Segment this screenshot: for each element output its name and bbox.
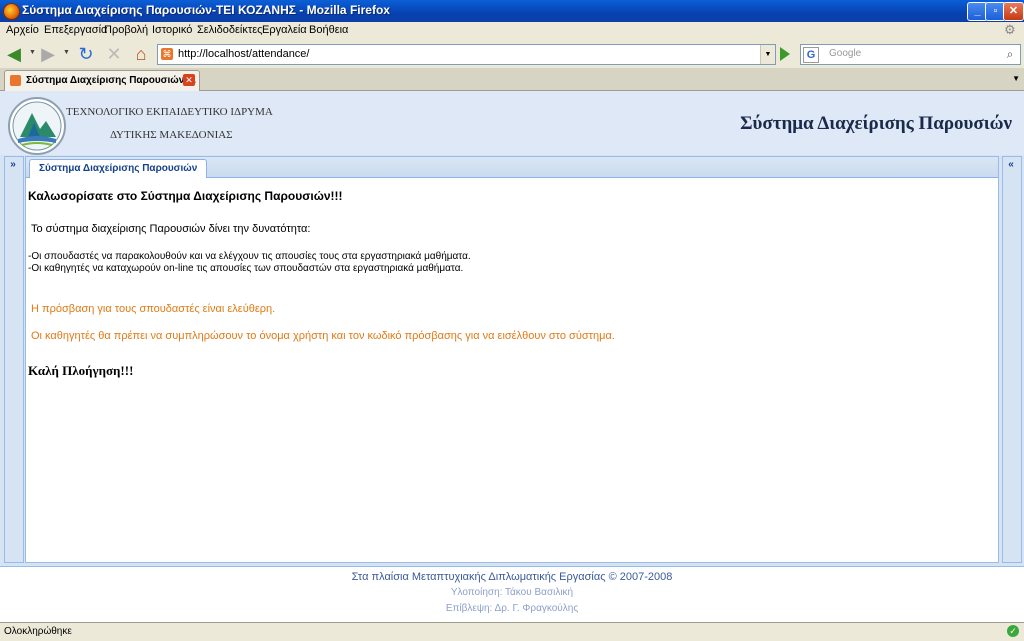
tab-favicon (10, 75, 21, 86)
search-icon[interactable]: ⌕ (1002, 46, 1018, 62)
menu-view[interactable]: Προβολή (104, 24, 148, 36)
forward-icon[interactable]: ▶ (37, 43, 59, 65)
expand-left-icon[interactable]: » (7, 159, 19, 171)
left-sidebar-collapsed: » (4, 156, 24, 563)
gear-icon: ⚙ (1004, 22, 1016, 37)
goodbye-text: Καλή Πλοήγηση!!! (28, 363, 134, 378)
site-footer: Στα πλαίσια Μεταπτυχιακής Διπλωματικής Ε… (0, 566, 1024, 623)
panel-tab-bar: Σύστημα Διαχείρισης Παρουσιών (26, 157, 998, 178)
right-sidebar-collapsed: « (1002, 156, 1022, 563)
navigation-toolbar: ◀ ▼ ▶ ▼ ↻ ✕ ⌂ ⌘ http://localhost/attenda… (0, 40, 1024, 69)
site-header: ΤΕΧΝΟΛΟΓΙΚΟ ΕΚΠΑΙΔΕΥΤΙΚΟ ΙΔΡΥΜΑ ΔΥΤΙΚΗΣ … (0, 91, 1024, 155)
intro-text: Το σύστημα διαχείρισης Παρουσιών δίνει τ… (31, 223, 311, 235)
home-icon[interactable]: ⌂ (130, 43, 152, 65)
status-bar: Ολοκληρώθηκε ✓ (0, 622, 1024, 641)
tab-attendance-system[interactable]: Σύστημα Διαχείρισης Παρουσιών (29, 159, 208, 178)
search-bar[interactable]: G Google ⌕ (800, 44, 1021, 65)
address-bar[interactable]: ⌘ http://localhost/attendance/ ▼ (157, 44, 776, 65)
reload-icon[interactable]: ↻ (75, 43, 97, 65)
menu-tools[interactable]: Εργαλεία (262, 24, 307, 36)
close-button[interactable]: ✕ (1003, 2, 1024, 21)
firefox-icon (3, 3, 20, 20)
browser-tab[interactable]: Σύστημα Διαχείρισης Παρουσιών-... ✕ (4, 70, 200, 91)
menu-help[interactable]: Βοήθεια (309, 24, 348, 36)
status-ok-icon: ✓ (1007, 625, 1019, 637)
menu-file[interactable]: Αρχείο (6, 24, 39, 36)
url-text[interactable]: http://localhost/attendance/ (178, 48, 309, 60)
site-favicon: ⌘ (161, 48, 173, 60)
web-page: ΤΕΧΝΟΛΟΓΙΚΟ ΕΚΠΑΙΔΕΥΤΙΚΟ ΙΔΡΥΜΑ ΔΥΤΙΚΗΣ … (0, 91, 1024, 623)
back-icon[interactable]: ◀ (3, 43, 25, 65)
tab-strip: Σύστημα Διαχείρισης Παρουσιών-... ✕ ▼ (0, 68, 1024, 91)
menu-history[interactable]: Ιστορικό (152, 24, 192, 36)
tab-list-dropdown-icon[interactable]: ▼ (1012, 74, 1020, 83)
feature-students: -Οι σπουδαστές να παρακολουθούν και να ε… (28, 251, 471, 262)
institution-logo (8, 97, 66, 155)
forward-dropdown-icon[interactable]: ▼ (63, 49, 70, 56)
org-name-line1: ΤΕΧΝΟΛΟΓΙΚΟ ΕΚΠΑΙΔΕΥΤΙΚΟ ΙΔΡΥΜΑ (66, 106, 273, 118)
tab-close-icon[interactable]: ✕ (183, 74, 195, 86)
expand-right-icon[interactable]: « (1005, 159, 1017, 171)
window-title: Σύστημα Διαχείρισης Παρουσιών-ΤΕΙ ΚΟΖΑΝΗ… (22, 3, 390, 17)
feature-teachers: -Οι καθηγητές να καταχωρούν on-line τις … (28, 263, 464, 274)
status-text: Ολοκληρώθηκε (4, 626, 72, 637)
main-panel: Σύστημα Διαχείρισης Παρουσιών Καλωσορίσα… (25, 156, 999, 563)
menu-bookmarks[interactable]: Σελιδοδείκτες (197, 24, 262, 36)
students-access-note: Η πρόσβαση για τους σπουδαστές είναι ελε… (31, 303, 276, 315)
menu-edit[interactable]: Επεξεργασία (44, 24, 107, 36)
footer-supervision: Επίβλεψη: Δρ. Γ. Φραγκούλης (445, 603, 579, 614)
search-engine-icon[interactable]: G (803, 47, 819, 63)
org-name-line2: ΔΥΤΙΚΗΣ ΜΑΚΕΔΟΝΙΑΣ (110, 129, 233, 141)
footer-credits: Στα πλαίσια Μεταπτυχιακής Διπλωματικής Ε… (351, 571, 673, 583)
system-title: Σύστημα Διαχείρισης Παρουσιών (740, 113, 1012, 134)
url-dropdown-icon[interactable]: ▼ (760, 45, 775, 64)
window-title-bar: Σύστημα Διαχείρισης Παρουσιών-ΤΕΙ ΚΟΖΑΝΗ… (0, 0, 1024, 22)
back-dropdown-icon[interactable]: ▼ (29, 49, 36, 56)
stop-icon[interactable]: ✕ (103, 43, 125, 65)
tab-label[interactable]: Σύστημα Διαχείρισης Παρουσιών-... (26, 75, 196, 86)
teachers-access-note: Οι καθηγητές θα πρέπει να συμπληρώσουν τ… (31, 330, 615, 342)
go-icon[interactable] (780, 47, 790, 61)
search-placeholder[interactable]: Google (829, 48, 861, 59)
menu-bar: Αρχείο Επεξεργασία Προβολή Ιστορικό Σελι… (0, 22, 1024, 40)
footer-implementation: Υλοποίηση: Τάκου Βασιλική (450, 587, 574, 598)
welcome-heading: Καλωσορίσατε στο Σύστημα Διαχείρισης Παρ… (28, 189, 343, 203)
